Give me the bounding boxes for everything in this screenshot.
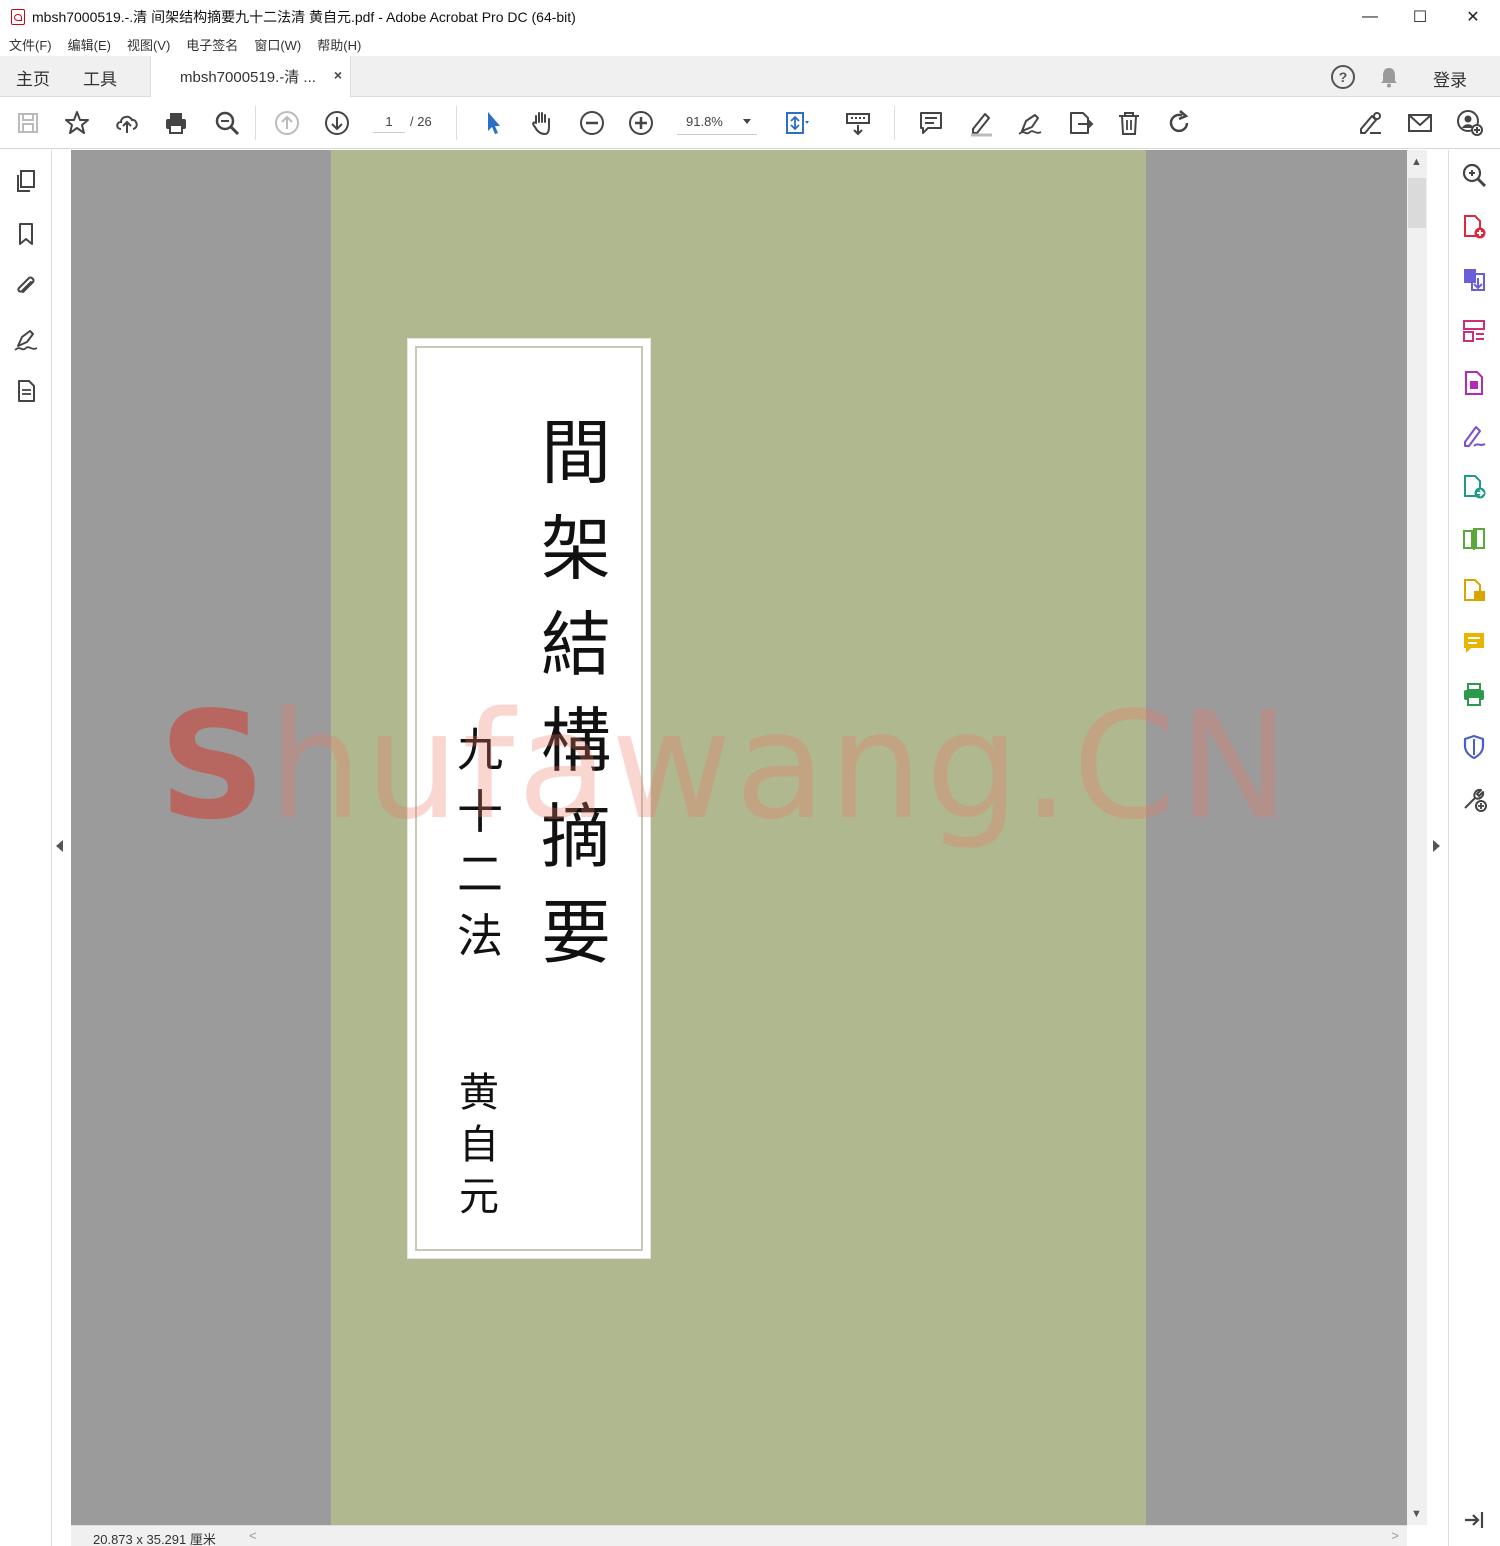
comment-tool-icon[interactable] [1459,628,1489,658]
menu-window[interactable]: 窗口(W) [254,35,301,54]
watermark-rest: hufawang.CN [268,680,1293,852]
delete-icon[interactable] [1114,108,1144,138]
right-tools-rail [1448,150,1500,1546]
print-icon[interactable] [161,108,191,138]
page-size-readout: 20.873 x 35.291 厘米 [93,1532,216,1546]
signin-link[interactable]: 登录 [1433,66,1467,91]
minimize-button[interactable]: — [1345,0,1395,33]
rotate-icon[interactable] [1164,108,1194,138]
menu-edit[interactable]: 编辑(E) [68,35,111,54]
bookmarks-icon[interactable] [11,219,41,249]
toolbar-separator [456,106,457,140]
status-bar: 20.873 x 35.291 厘米 < > [71,1525,1407,1546]
scroll-left-icon[interactable]: < [249,1528,257,1543]
create-pdf-icon[interactable] [1459,212,1489,242]
scroll-up-icon[interactable]: ▲ [1411,156,1422,168]
toolbar-separator [894,106,895,140]
compare-icon[interactable] [1459,524,1489,554]
zoom-search-icon[interactable] [212,108,242,138]
edit-pdf-icon[interactable] [1459,368,1489,398]
acrobat-app-icon [11,8,25,25]
attachments-icon[interactable] [11,271,41,301]
keyboard-scroll-icon[interactable] [843,108,873,138]
title-char: 架 [541,508,611,590]
sign-icon[interactable] [1015,108,1045,138]
export-pdf-icon[interactable] [1459,264,1489,294]
tab-tools[interactable]: 工具 [83,65,117,90]
page-total: / 26 [410,114,432,129]
author-char: 自 [459,1122,499,1168]
scroll-down-icon[interactable]: ▼ [1411,1508,1422,1520]
menu-bar: 文件(F) 编辑(E) 视图(V) 电子签名 窗口(W) 帮助(H) [0,33,1500,55]
upload-cloud-icon[interactable] [112,108,142,138]
tab-bar: 主页 工具 mbsh7000519.-清 ... × ? 登录 [0,56,1500,97]
hand-tool-icon[interactable] [527,108,557,138]
title-bar: mbsh7000519.-.清 间架结构摘要九十二法清 黄自元.pdf - Ad… [0,0,1500,33]
scan-ocr-icon[interactable] [1459,576,1489,606]
collapse-left-panel-icon[interactable] [56,840,63,852]
collapse-right-panel-icon[interactable] [1433,840,1440,852]
menu-esign[interactable]: 电子签名 [186,35,238,54]
bookmark-star-icon[interactable] [62,108,92,138]
title-char: 要 [541,892,611,974]
fill-sign-icon[interactable] [1355,108,1385,138]
more-tools-icon[interactable] [1459,784,1489,814]
fit-page-icon[interactable] [781,108,811,138]
highlight-icon[interactable] [966,108,996,138]
close-tab-icon[interactable]: × [334,67,342,83]
export-icon[interactable] [1065,108,1095,138]
vertical-scrollbar[interactable]: ▲ ▼ [1407,150,1427,1525]
chevron-down-icon [743,119,751,124]
tab-home[interactable]: 主页 [16,65,50,90]
document-author: 黄 自 元 [454,1067,504,1223]
menu-view[interactable]: 视图(V) [127,35,170,54]
print-production-icon[interactable] [1459,680,1489,710]
zoom-level-select[interactable]: 91.8% [677,109,757,135]
watermark-first-letter: S [159,680,269,852]
page-thumbnails-icon[interactable] [11,166,41,196]
title-char: 間 [541,412,611,494]
subtitle-char: 法 [457,909,503,963]
fill-sign-tool-icon[interactable] [1459,420,1489,450]
help-icon[interactable]: ? [1330,64,1356,90]
document-tab-label: mbsh7000519.-清 ... [180,69,316,86]
author-char: 黄 [459,1070,499,1116]
protect-icon[interactable] [1459,732,1489,762]
document-info-icon[interactable] [11,376,41,406]
window-title: mbsh7000519.-.清 间架结构摘要九十二法清 黄自元.pdf - Ad… [32,8,576,25]
share-user-icon[interactable] [1455,108,1485,138]
svg-text:?: ? [1339,69,1348,85]
author-char: 元 [459,1174,499,1220]
menu-file[interactable]: 文件(F) [9,35,52,54]
next-page-icon[interactable] [322,108,352,138]
comment-icon[interactable] [916,108,946,138]
previous-page-icon[interactable] [272,108,302,138]
left-navigation-rail [0,150,52,1546]
toolbar: / 26 91.8% [0,97,1500,149]
notification-bell-icon[interactable] [1377,65,1401,89]
email-icon[interactable] [1405,108,1435,138]
page-number-input[interactable] [373,111,405,133]
title-char: 結 [541,604,611,686]
collapse-panel-icon[interactable] [1459,1505,1489,1535]
zoom-out-icon[interactable] [577,108,607,138]
watermark-text: Shufawang.CN [159,680,1293,852]
zoom-in-icon[interactable] [626,108,656,138]
close-window-button[interactable]: ✕ [1448,0,1498,33]
search-zoom-icon[interactable] [1459,160,1489,190]
scroll-right-icon[interactable]: > [1391,1528,1399,1543]
select-arrow-icon[interactable] [478,108,508,138]
tab-document[interactable]: mbsh7000519.-清 ... × [150,56,351,97]
document-viewport[interactable]: 間 架 結 構 摘 要 九 十 二 法 黄 自 元 Shufawang.CN [71,150,1407,1525]
signatures-icon[interactable] [11,325,41,355]
save-icon[interactable] [13,108,43,138]
scrollbar-thumb[interactable] [1408,178,1426,228]
subtitle-char: 二 [457,847,503,901]
organize-pages-icon[interactable] [1459,316,1489,346]
maximize-button[interactable]: ☐ [1395,0,1445,33]
zoom-level-value: 91.8% [686,114,723,129]
toolbar-separator [255,106,256,140]
menu-help[interactable]: 帮助(H) [317,35,361,54]
send-for-review-icon[interactable] [1459,472,1489,502]
